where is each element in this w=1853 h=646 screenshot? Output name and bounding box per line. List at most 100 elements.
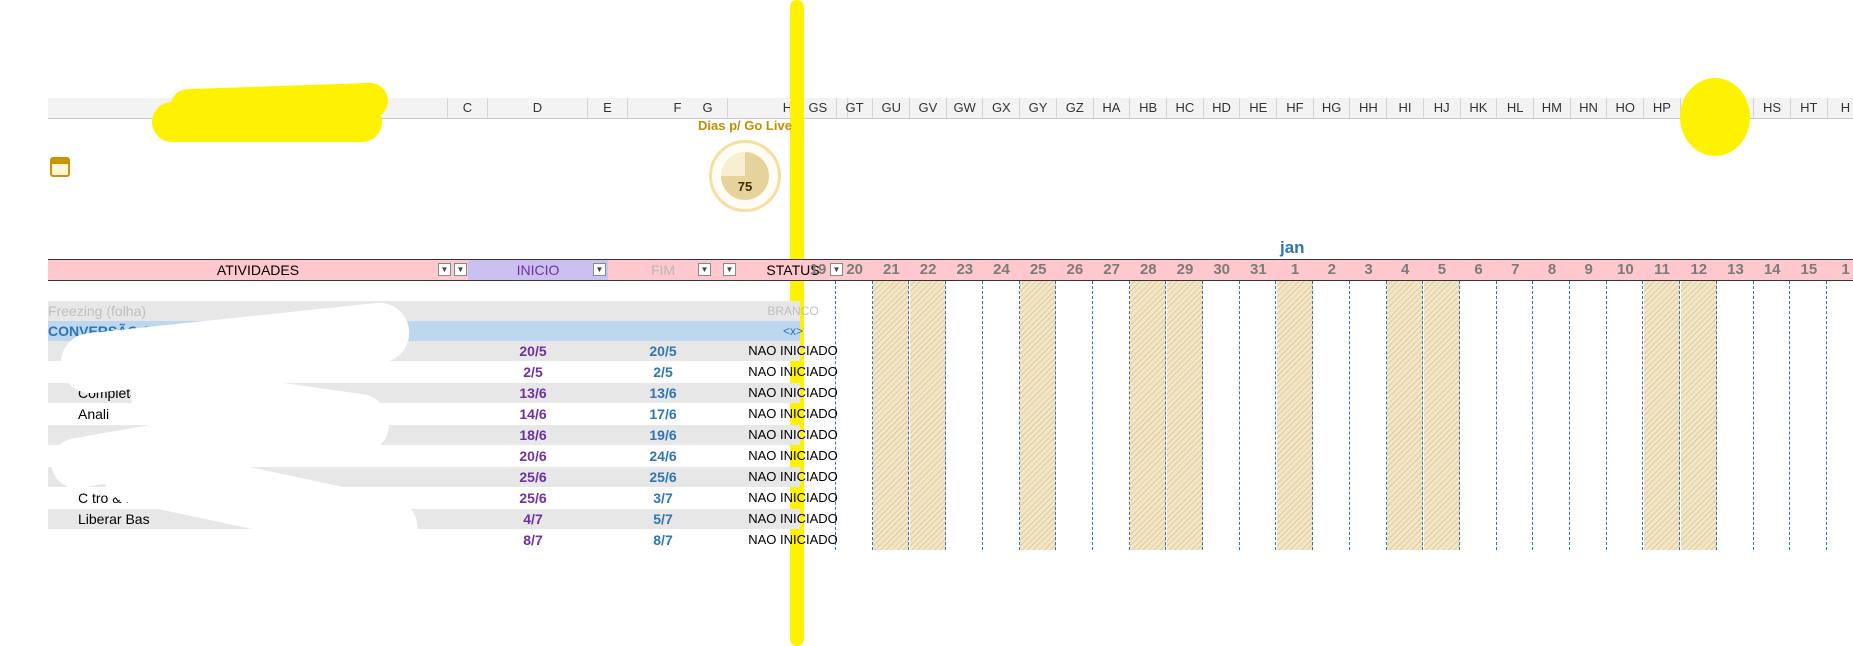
section-status: <x> xyxy=(782,324,803,338)
column-header-hs[interactable]: HS xyxy=(1754,98,1791,118)
calendar-icon[interactable] xyxy=(50,157,70,177)
column-header-e[interactable]: E xyxy=(588,98,628,118)
filter-active-icon[interactable]: ▼ xyxy=(454,263,467,276)
gantt-day-column xyxy=(1240,281,1277,550)
golive-gauge: 75 xyxy=(709,140,781,212)
header-inicio[interactable]: INICIO xyxy=(468,260,608,280)
column-header-ht[interactable]: HT xyxy=(1791,98,1828,118)
timeline-day: 14 xyxy=(1763,261,1781,278)
gantt-weekend-column xyxy=(1277,281,1314,550)
column-header-g[interactable]: G xyxy=(688,98,728,118)
timeline-day: 24 xyxy=(993,261,1010,278)
timeline-day: 19 xyxy=(809,261,827,278)
gantt-day-column xyxy=(1828,281,1853,550)
filter-dropdown-icon[interactable]: ▼ xyxy=(723,263,736,276)
column-header-hn[interactable]: HN xyxy=(1571,98,1608,118)
timeline-day: 7 xyxy=(1511,261,1520,278)
column-header-gu[interactable]: GU xyxy=(873,98,911,118)
column-header-d[interactable]: D xyxy=(488,98,588,118)
status-cell: NAO INICIADO xyxy=(748,490,838,505)
column-header-hc[interactable]: HC xyxy=(1167,98,1204,118)
column-header-gv[interactable]: GV xyxy=(910,98,947,118)
column-header-hl[interactable]: HL xyxy=(1497,98,1534,118)
gantt-weekend-column xyxy=(1387,281,1424,550)
timeline-day: 27 xyxy=(1103,261,1120,278)
column-header-hb[interactable]: HB xyxy=(1130,98,1167,118)
gantt-weekend-column xyxy=(1680,281,1717,550)
timeline-day: 1 xyxy=(1841,261,1850,278)
gantt-weekend-column xyxy=(1644,281,1681,550)
column-header-gy[interactable]: GY xyxy=(1020,98,1057,118)
column-header-hi[interactable]: HI xyxy=(1387,98,1424,118)
gantt-weekend-column xyxy=(1167,281,1203,550)
column-header-hj[interactable]: HJ xyxy=(1424,98,1461,118)
timeline-day: 26 xyxy=(1066,261,1084,278)
freezing-row[interactable]: Freezing (folha) BRANCO xyxy=(48,301,819,321)
gantt-weekend-column xyxy=(1130,281,1167,550)
column-header-ha[interactable]: HA xyxy=(1094,98,1131,118)
filter-dropdown-icon[interactable]: ▼ xyxy=(438,263,451,276)
inicio-cell: 20/5 xyxy=(519,343,547,359)
status-cell: NAO INICIADO xyxy=(748,385,838,400)
column-header-c[interactable]: C xyxy=(448,98,488,118)
gantt-day-column xyxy=(1754,281,1791,550)
inicio-cell: 4/7 xyxy=(523,511,543,527)
column-header-gw[interactable]: GW xyxy=(947,98,984,118)
column-header-ho[interactable]: HO xyxy=(1607,98,1645,118)
timeline-day: 9 xyxy=(1584,261,1593,278)
status-cell: NAO INICIADO xyxy=(748,427,838,442)
inicio-cell: 25/6 xyxy=(519,490,547,506)
column-header-hk[interactable]: HK xyxy=(1461,98,1498,118)
column-header-hp[interactable]: HP xyxy=(1644,98,1681,118)
status-cell: NAO INICIADO xyxy=(748,364,838,379)
gantt-day-column xyxy=(1571,281,1607,550)
timeline-month: jan xyxy=(1280,238,1305,257)
inicio-cell: 14/6 xyxy=(519,406,547,422)
gantt-day-column xyxy=(1204,281,1240,550)
header-atividades[interactable]: ATIVIDADES xyxy=(48,260,468,280)
gantt-weekend-column xyxy=(910,281,947,550)
table-row[interactable]: 8/7 8/7 NAO INICIADO xyxy=(48,530,838,550)
column-header-gx[interactable]: GX xyxy=(984,98,1021,118)
column-header-he[interactable]: HE xyxy=(1240,98,1278,118)
inicio-cell: 13/6 xyxy=(519,385,547,401)
column-header-gs[interactable]: GS xyxy=(800,98,837,118)
column-header-hg[interactable]: HG xyxy=(1314,98,1351,118)
highlight-mark-column-a-lower xyxy=(152,102,382,142)
golive-value: 75 xyxy=(737,179,753,194)
gantt-day-column xyxy=(1791,281,1827,550)
column-header-gz[interactable]: GZ xyxy=(1057,98,1094,118)
freezing-status: BRANCO xyxy=(767,304,819,318)
column-header-gt[interactable]: GT xyxy=(837,98,874,118)
timeline-day: 6 xyxy=(1474,261,1483,278)
table-header-row: ATIVIDADES ▼ ▼ INICIO ▼ FIM ▼ ▼ STATUS ▼… xyxy=(48,259,1853,281)
timeline-day: 31 xyxy=(1250,261,1267,278)
gantt-weekend-column xyxy=(1020,281,1057,550)
gantt-day-column xyxy=(1534,281,1570,550)
column-header-hm[interactable]: HM xyxy=(1534,98,1571,118)
golive-label: Dias p/ Go Live xyxy=(698,118,792,133)
column-header-hd[interactable]: HD xyxy=(1204,98,1241,118)
timeline-day: 2 xyxy=(1327,261,1336,278)
activity-cell: Anali xyxy=(78,406,110,422)
timeline-day: 21 xyxy=(883,261,900,278)
gantt-day-column xyxy=(1057,281,1093,550)
column-header-hf[interactable]: HF xyxy=(1277,98,1314,118)
filter-dropdown-icon[interactable]: ▼ xyxy=(698,263,711,276)
gantt-day-column xyxy=(1607,281,1644,550)
inicio-cell: 2/5 xyxy=(523,364,543,380)
timeline-day: 15 xyxy=(1800,261,1818,278)
gantt-day-column xyxy=(947,281,983,550)
timeline-day: 3 xyxy=(1364,261,1373,278)
column-header-hh[interactable]: HH xyxy=(1351,98,1388,118)
timeline-day: 30 xyxy=(1213,261,1231,278)
activity-cell: Liberar Bas xyxy=(78,511,150,527)
inicio-cell: 20/6 xyxy=(519,448,547,464)
timeline-day: 23 xyxy=(956,261,974,278)
table-row[interactable]: Liberar Bas 4/7 5/7 NAO INICIADO xyxy=(48,509,838,529)
timeline-day: 10 xyxy=(1617,261,1634,278)
timeline-day: 11 xyxy=(1654,261,1671,278)
column-header-h[interactable]: H xyxy=(1828,98,1853,118)
gantt-day-column xyxy=(1718,281,1754,550)
filter-dropdown-icon[interactable]: ▼ xyxy=(593,263,606,276)
